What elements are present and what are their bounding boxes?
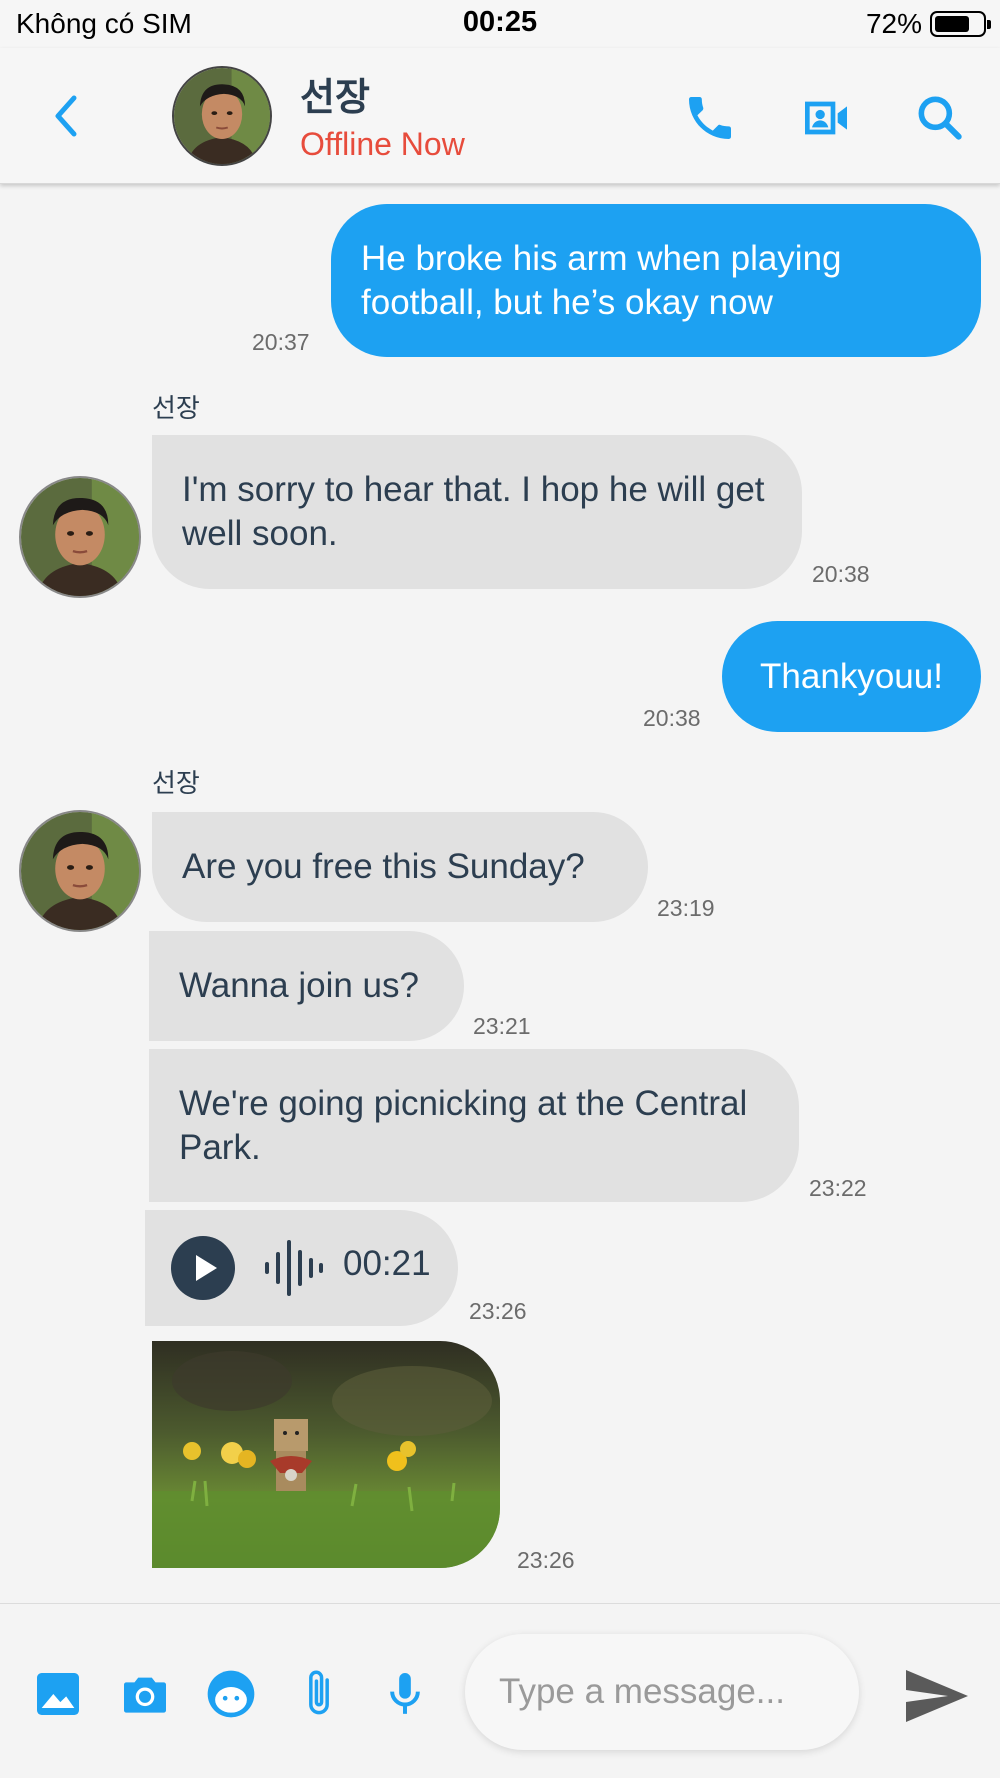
- message-text: We're going picnicking at the Central Pa…: [179, 1083, 748, 1167]
- outgoing-message[interactable]: Thankyouu!: [722, 621, 981, 732]
- battery-percent: 72%: [865, 8, 922, 39]
- sender-avatar[interactable]: [19, 476, 141, 598]
- phone-icon: [689, 97, 731, 139]
- battery-icon: [930, 11, 991, 37]
- waveform-icon: [265, 1240, 323, 1296]
- sender-name: 선장: [152, 768, 200, 798]
- message-text: Thankyouu!: [760, 656, 943, 696]
- status-clock: 00:25: [462, 6, 538, 38]
- message-time: 23:22: [809, 1175, 867, 1201]
- play-icon: [196, 1255, 217, 1281]
- message-time: 20:38: [812, 561, 870, 587]
- avatar-face-image: [21, 812, 139, 930]
- back-button[interactable]: [46, 90, 90, 142]
- search-icon: [918, 96, 962, 140]
- avatar-face-image: [21, 478, 139, 596]
- camera-icon: [124, 1677, 166, 1713]
- incoming-message[interactable]: We're going picnicking at the Central Pa…: [149, 1049, 799, 1202]
- message-text: Wanna join us?: [179, 966, 419, 1005]
- contact-status: Offline Now: [300, 126, 465, 162]
- message-time: 20:38: [643, 705, 701, 731]
- call-button[interactable]: [682, 90, 738, 146]
- sender-avatar[interactable]: [19, 810, 141, 932]
- contact-name: 선장: [300, 77, 370, 119]
- message-composer: [0, 1603, 1000, 1778]
- chevron-left-icon: [55, 95, 77, 137]
- sender-name: 선장: [152, 393, 200, 423]
- play-button[interactable]: [171, 1236, 235, 1300]
- gallery-button[interactable]: [30, 1666, 86, 1722]
- mic-icon: [390, 1673, 420, 1714]
- message-text: Are you free this Sunday?: [182, 847, 585, 886]
- voice-message[interactable]: 00:21: [145, 1210, 458, 1326]
- attach-button[interactable]: [291, 1666, 347, 1722]
- image-message[interactable]: [152, 1341, 500, 1568]
- camera-button[interactable]: [117, 1666, 173, 1722]
- sticker-button[interactable]: [203, 1666, 259, 1722]
- video-call-button[interactable]: [798, 90, 854, 146]
- incoming-message[interactable]: Are you free this Sunday?: [152, 812, 648, 922]
- mic-button[interactable]: [377, 1666, 433, 1722]
- search-button[interactable]: [912, 90, 968, 146]
- status-bar: Không có SIM 00:25 72%: [0, 0, 1000, 48]
- message-text: He broke his arm when playing football, …: [361, 238, 842, 322]
- contact-avatar[interactable]: [172, 66, 272, 166]
- message-time: 20:37: [252, 329, 310, 355]
- send-icon: [906, 1670, 968, 1722]
- send-button[interactable]: [902, 1666, 972, 1726]
- image-icon: [37, 1673, 79, 1715]
- chat-header: 선장 Offline Now: [0, 48, 1000, 184]
- message-text: I'm sorry to hear that. I hop he will ge…: [182, 470, 765, 553]
- attach-icon: [309, 1670, 329, 1715]
- voice-duration: 00:21: [343, 1244, 431, 1283]
- message-time: 23:26: [517, 1547, 575, 1573]
- photo-image: [152, 1341, 500, 1568]
- message-time: 23:26: [469, 1298, 527, 1324]
- avatar-face-image: [174, 68, 270, 164]
- video-icon: [805, 101, 847, 135]
- message-time: 23:21: [473, 1013, 531, 1039]
- message-time: 23:19: [657, 895, 715, 921]
- sticker-icon: [207, 1670, 255, 1718]
- incoming-message[interactable]: Wanna join us?: [149, 931, 464, 1041]
- incoming-message[interactable]: I'm sorry to hear that. I hop he will ge…: [152, 435, 802, 589]
- outgoing-message[interactable]: He broke his arm when playing football, …: [331, 204, 981, 357]
- message-input[interactable]: [465, 1634, 859, 1750]
